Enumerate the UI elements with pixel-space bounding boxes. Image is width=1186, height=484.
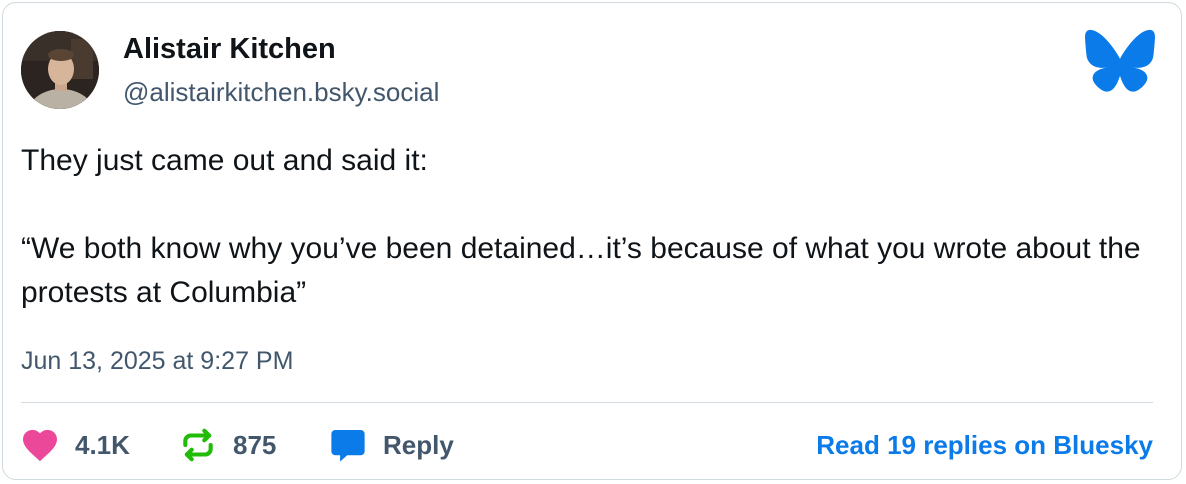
author-handle[interactable]: @alistairkitchen.bsky.social xyxy=(123,77,439,108)
post-text: They just came out and said it: “We both… xyxy=(21,139,1151,315)
avatar-photo xyxy=(21,31,99,109)
reply-label: Reply xyxy=(383,429,454,460)
post-card: Alistair Kitchen @alistairkitchen.bsky.s… xyxy=(2,2,1182,480)
author-display-name[interactable]: Alistair Kitchen xyxy=(123,33,336,66)
heart-icon xyxy=(23,429,57,462)
action-bar: 4.1K 875 Reply Read 19 replies on Bluesk… xyxy=(21,423,1153,467)
reply-button[interactable]: Reply xyxy=(329,423,454,467)
like-count: 4.1K xyxy=(75,429,130,460)
repost-icon xyxy=(183,428,213,462)
divider xyxy=(21,402,1153,403)
repost-button[interactable]: 875 xyxy=(179,423,276,467)
post-text-line-2: “We both know why you’ve been detained…i… xyxy=(21,232,1141,309)
avatar[interactable] xyxy=(21,31,99,109)
read-replies-link[interactable]: Read 19 replies on Bluesky xyxy=(816,423,1153,467)
repost-count: 875 xyxy=(233,429,277,460)
speech-bubble-icon xyxy=(331,429,365,462)
post-timestamp[interactable]: Jun 13, 2025 at 9:27 PM xyxy=(21,347,293,376)
post-text-line-1: They just came out and said it: xyxy=(21,144,428,177)
like-button[interactable]: 4.1K xyxy=(21,423,130,467)
bluesky-butterfly-icon[interactable] xyxy=(1085,28,1155,94)
